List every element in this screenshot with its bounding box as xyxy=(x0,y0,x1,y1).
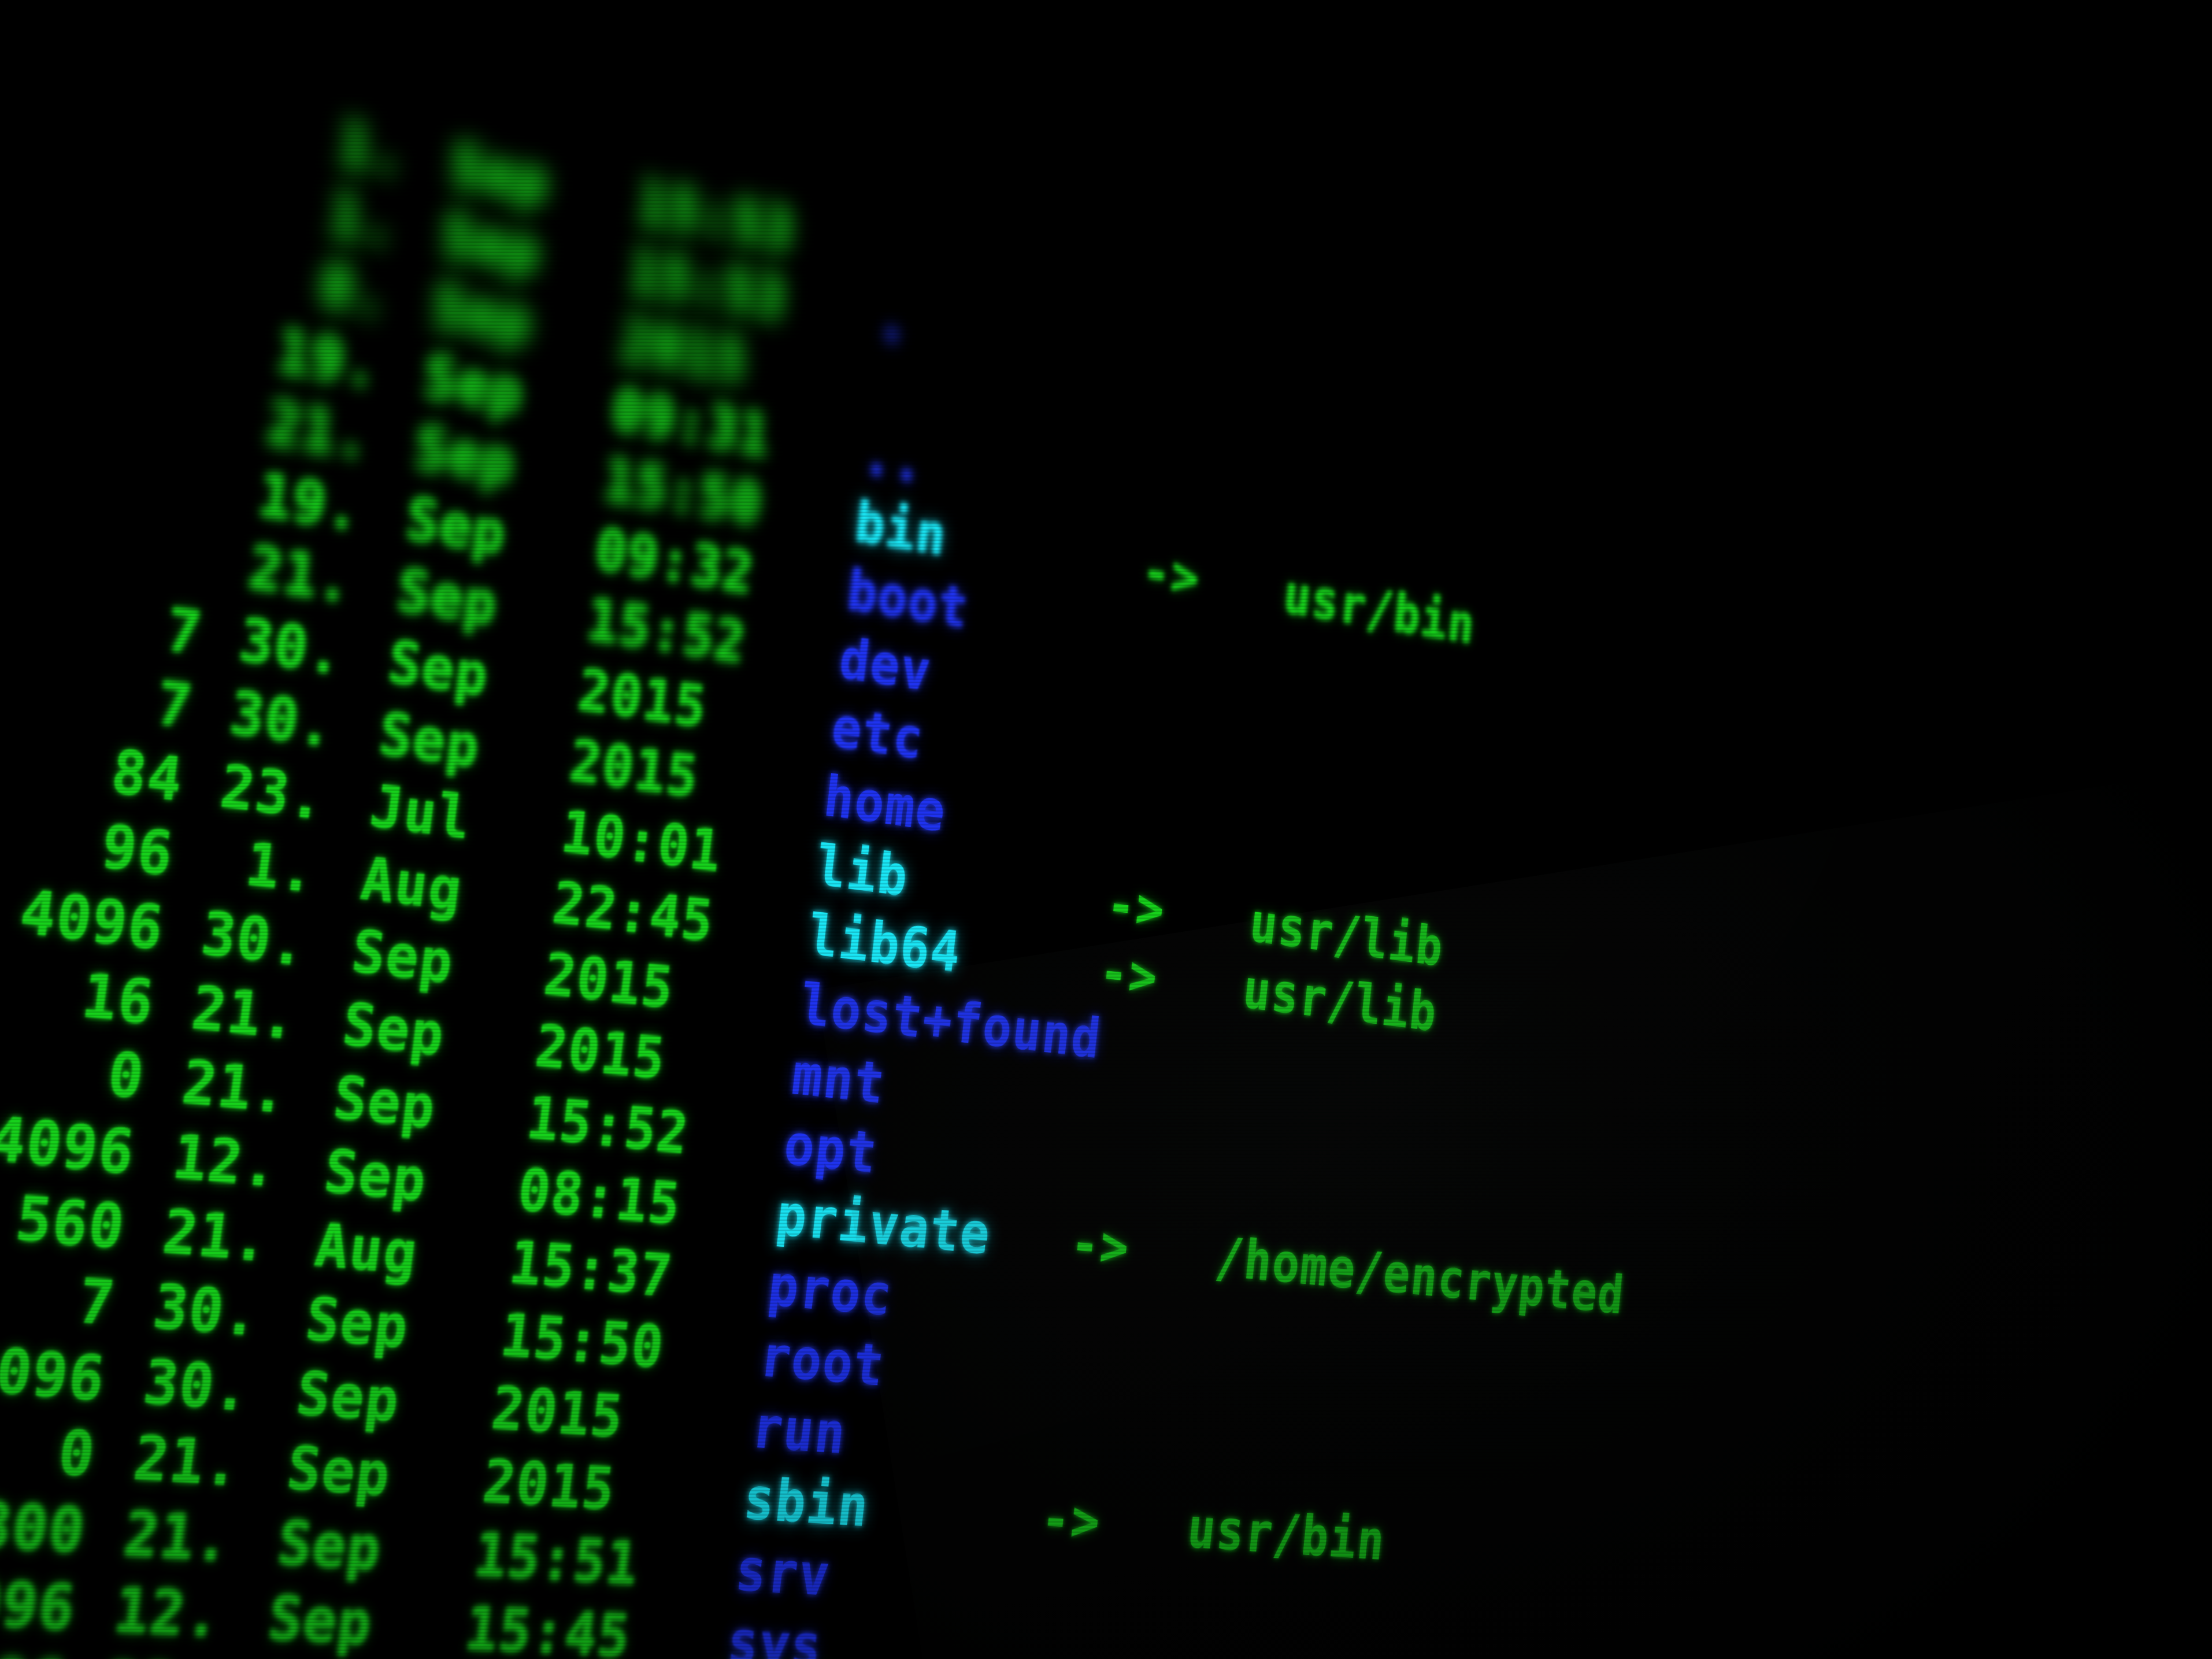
entry-label: root xyxy=(757,1322,888,1399)
cell-month: Sep xyxy=(429,272,536,357)
cell-time: 2015 xyxy=(617,306,751,395)
cell-time: 2015 xyxy=(479,1446,619,1524)
cell-time: 15:51 xyxy=(470,1519,643,1599)
entry-label: mnt xyxy=(788,1040,889,1117)
symlink-arrow-icon: -> xyxy=(1038,1485,1104,1555)
entry-name-sys[interactable]: sys xyxy=(724,1608,826,1659)
entry-name-dev[interactable]: dev xyxy=(836,625,935,704)
entry-name-etc[interactable]: etc xyxy=(828,694,927,772)
symlink-arrow-icon: -> xyxy=(1067,1210,1133,1280)
cell-month: Sep xyxy=(302,1283,413,1362)
entry-name--[interactable]: . xyxy=(875,286,913,356)
cell-month: Sep xyxy=(375,699,484,782)
entry-name-sbin[interactable]: sbin xyxy=(740,1464,873,1540)
cell-month: Sep xyxy=(329,1062,440,1142)
cell-month: Sep xyxy=(411,413,518,497)
entry-name-root[interactable]: root xyxy=(757,1322,888,1399)
cell-month: Sep xyxy=(348,916,458,997)
symlink-target: usr/bin xyxy=(1281,562,1478,656)
symlink-arrow-icon: -> xyxy=(1139,538,1203,610)
entry-name-private[interactable]: private xyxy=(773,1181,994,1268)
cell-month: Sep xyxy=(393,556,502,639)
entry-name--[interactable]: .. xyxy=(859,421,927,495)
cell-time: 15:37 xyxy=(505,1227,676,1310)
cell-month: Sep xyxy=(402,484,510,568)
cell-month: Sep xyxy=(446,131,553,217)
cell-time: 08:15 xyxy=(514,1155,684,1239)
entry-name-home[interactable]: home xyxy=(821,763,950,845)
cell-month: Sep xyxy=(264,1582,377,1659)
cell-time: 22:45 xyxy=(549,868,717,956)
entry-label: sys xyxy=(724,1608,826,1659)
cell-month: Aug xyxy=(357,843,466,925)
symlink-target: /home/encrypted xyxy=(1212,1224,1627,1327)
cell-time: 15:50 xyxy=(497,1300,668,1382)
symlink-target: usr/bin xyxy=(1184,1495,1388,1573)
cell-month: Sep xyxy=(339,989,449,1070)
entry-name-lib[interactable]: lib xyxy=(813,832,912,909)
cell-month: Aug xyxy=(311,1209,422,1288)
entry-label: sbin xyxy=(740,1464,873,1540)
entry-label: .. xyxy=(859,421,928,496)
cell-month: Sep xyxy=(384,627,492,710)
entry-label: home xyxy=(820,762,950,845)
cell-time: 15:52 xyxy=(523,1083,693,1168)
entry-label: srv xyxy=(732,1536,834,1609)
entry-name-mnt[interactable]: mnt xyxy=(789,1040,889,1117)
cell-time: 2015 xyxy=(531,1011,669,1094)
entry-name-opt[interactable]: opt xyxy=(781,1110,881,1186)
cell-month: Sep xyxy=(283,1432,395,1510)
cell-month: Sep xyxy=(292,1358,404,1436)
cell-month: Sep xyxy=(420,342,527,427)
symlink-arrow-icon: -> xyxy=(1103,871,1168,943)
entry-name-boot[interactable]: boot xyxy=(844,557,972,641)
entry-label: dev xyxy=(836,625,935,704)
entry-name-srv[interactable]: srv xyxy=(732,1536,834,1609)
entry-name-bin[interactable]: bin xyxy=(852,489,950,568)
entry-name-run[interactable]: run xyxy=(749,1393,850,1467)
entry-label: lib64 xyxy=(805,901,965,986)
cell-time: 2015 xyxy=(540,939,677,1023)
entry-label: opt xyxy=(780,1110,881,1187)
entry-label: etc xyxy=(828,694,927,772)
cell-time: 2015 xyxy=(575,656,710,741)
entry-label: run xyxy=(748,1393,850,1468)
terminal-text-plane: 1. Sep 15:53 1. Sep 15:53. 0. Sep 2015 19. Sep 09:3… xyxy=(0,0,2092,1659)
cell-time: 2015 xyxy=(488,1373,628,1452)
cell-time: 10:01 xyxy=(557,797,725,886)
symlink-arrow-icon: -> xyxy=(1096,938,1161,1010)
entry-name-lib64[interactable]: lib64 xyxy=(805,901,964,986)
cell-month: Jul xyxy=(366,771,475,853)
entry-label: . xyxy=(875,286,913,356)
entry-label: lib xyxy=(813,832,912,910)
entry-label: bin xyxy=(851,488,950,569)
cell-time: 2015 xyxy=(566,726,702,811)
cell-month: Sep xyxy=(438,201,544,287)
cell-month: Sep xyxy=(320,1136,431,1216)
entry-name-proc[interactable]: proc xyxy=(765,1251,896,1329)
monitor-screen: 1. Sep 15:53 1. Sep 15:53. 0. Sep 2015 19. Sep 09:3… xyxy=(0,0,2212,1659)
entry-label: proc xyxy=(765,1251,896,1329)
cell-time: 15:45 xyxy=(461,1593,635,1659)
cell-month: Sep xyxy=(273,1507,386,1584)
